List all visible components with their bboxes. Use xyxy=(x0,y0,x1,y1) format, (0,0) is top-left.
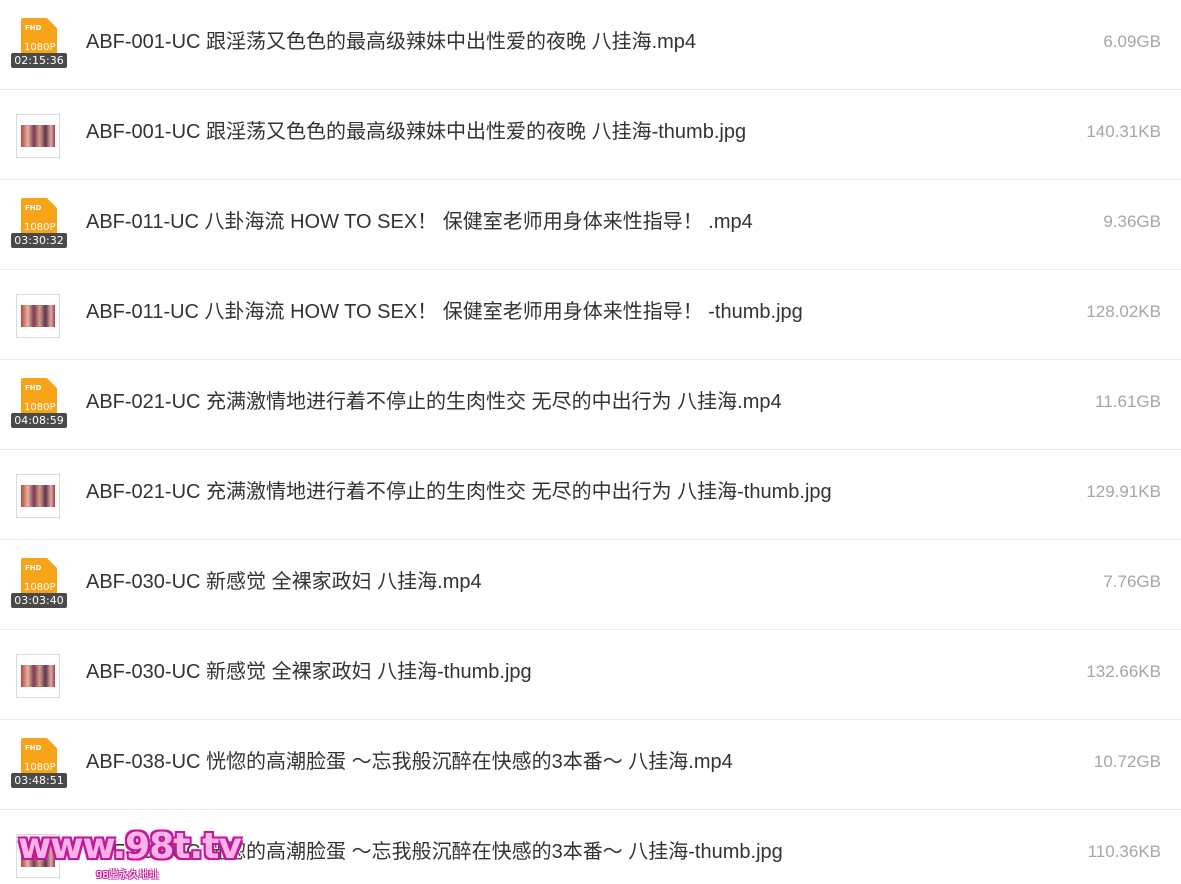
file-size: 110.36KB xyxy=(1087,842,1161,861)
file-size: 129.91KB xyxy=(1086,482,1161,501)
file-row[interactable]: FHD 1080P 02:15:36 ABF-001-UC 跟淫荡又色色的最高级… xyxy=(0,0,1181,90)
image-file-icon xyxy=(10,630,70,720)
thumbnail-frame xyxy=(16,294,60,338)
thumbnail-image xyxy=(21,485,55,507)
file-name[interactable]: ABF-021-UC 充满激情地进行着不停止的生肉性交 无尽的中出行为 八挂海.… xyxy=(86,360,782,450)
thumbnail-image xyxy=(21,665,55,687)
resolution-label: 1080P xyxy=(24,222,56,233)
duration-badge: 03:03:40 xyxy=(11,593,67,608)
file-name[interactable]: ABF-030-UC 新感觉 全裸家政妇 八挂海.mp4 xyxy=(86,540,482,630)
file-size: 11.61GB xyxy=(1095,392,1161,411)
duration-badge: 04:08:59 xyxy=(11,413,67,428)
duration-badge: 03:30:32 xyxy=(11,233,67,248)
video-file-icon: FHD 1080P 04:08:59 xyxy=(10,360,70,450)
file-size: 128.02KB xyxy=(1086,302,1161,321)
image-file-icon xyxy=(10,450,70,540)
file-size: 7.76GB xyxy=(1103,572,1161,591)
fhd-badge: FHD xyxy=(25,204,42,212)
video-file-icon: FHD 1080P 02:15:36 xyxy=(10,0,70,90)
file-name[interactable]: ABF-038-UC 恍惚的高潮脸蛋 ～忘我般沉醉在快感的3本番～ 八挂海.mp… xyxy=(86,720,733,810)
site-watermark: www.98t.tv 98堂永久地址 xyxy=(18,826,242,881)
file-list: FHD 1080P 02:15:36 ABF-001-UC 跟淫荡又色色的最高级… xyxy=(0,0,1181,884)
resolution-label: 1080P xyxy=(24,42,56,53)
resolution-label: 1080P xyxy=(24,402,56,413)
thumbnail-image xyxy=(21,305,55,327)
thumbnail-image xyxy=(21,125,55,147)
file-name[interactable]: ABF-030-UC 新感觉 全裸家政妇 八挂海-thumb.jpg xyxy=(86,630,532,720)
file-name[interactable]: ABF-001-UC 跟淫荡又色色的最高级辣妹中出性爱的夜晚 八挂海.mp4 xyxy=(86,0,696,90)
video-file-icon: FHD 1080P 03:48:51 xyxy=(10,720,70,810)
fhd-badge: FHD xyxy=(25,384,42,392)
file-row[interactable]: FHD 1080P 04:08:59 ABF-021-UC 充满激情地进行着不停… xyxy=(0,360,1181,450)
image-file-icon xyxy=(10,270,70,360)
fhd-badge: FHD xyxy=(25,24,42,32)
file-size: 6.09GB xyxy=(1103,32,1161,51)
file-name[interactable]: ABF-011-UC 八卦海流 HOW TO SEX！ 保健室老师用身体来性指导… xyxy=(86,270,803,360)
file-row[interactable]: FHD 1080P 03:48:51 ABF-038-UC 恍惚的高潮脸蛋 ～忘… xyxy=(0,720,1181,810)
file-row[interactable]: ABF-011-UC 八卦海流 HOW TO SEX！ 保健室老师用身体来性指导… xyxy=(0,270,1181,360)
thumbnail-frame xyxy=(16,654,60,698)
file-row[interactable]: ABF-030-UC 新感觉 全裸家政妇 八挂海-thumb.jpg 132.6… xyxy=(0,630,1181,720)
resolution-label: 1080P xyxy=(24,582,56,593)
file-row[interactable]: FHD 1080P 03:03:40 ABF-030-UC 新感觉 全裸家政妇 … xyxy=(0,540,1181,630)
fhd-badge: FHD xyxy=(25,744,42,752)
file-size: 10.72GB xyxy=(1093,752,1161,771)
watermark-subtext: 98堂永久地址 xyxy=(96,870,159,881)
file-size: 9.36GB xyxy=(1103,212,1161,231)
video-file-icon: FHD 1080P 03:03:40 xyxy=(10,540,70,630)
resolution-label: 1080P xyxy=(24,762,56,773)
file-size: 140.31KB xyxy=(1086,122,1161,141)
file-row[interactable]: ABF-001-UC 跟淫荡又色色的最高级辣妹中出性爱的夜晚 八挂海-thumb… xyxy=(0,90,1181,180)
thumbnail-frame xyxy=(16,114,60,158)
fhd-badge: FHD xyxy=(25,564,42,572)
file-name[interactable]: ABF-011-UC 八卦海流 HOW TO SEX！ 保健室老师用身体来性指导… xyxy=(86,180,753,270)
video-file-icon: FHD 1080P 03:30:32 xyxy=(10,180,70,270)
file-row[interactable]: ABF-021-UC 充满激情地进行着不停止的生肉性交 无尽的中出行为 八挂海-… xyxy=(0,450,1181,540)
file-row[interactable]: FHD 1080P 03:30:32 ABF-011-UC 八卦海流 HOW T… xyxy=(0,180,1181,270)
file-name[interactable]: ABF-001-UC 跟淫荡又色色的最高级辣妹中出性爱的夜晚 八挂海-thumb… xyxy=(86,90,746,180)
watermark-text: www.98t.tv xyxy=(18,826,242,867)
duration-badge: 02:15:36 xyxy=(11,53,67,68)
file-name[interactable]: ABF-021-UC 充满激情地进行着不停止的生肉性交 无尽的中出行为 八挂海-… xyxy=(86,450,832,540)
image-file-icon xyxy=(10,90,70,180)
duration-badge: 03:48:51 xyxy=(11,773,67,788)
file-size: 132.66KB xyxy=(1086,662,1161,681)
thumbnail-frame xyxy=(16,474,60,518)
